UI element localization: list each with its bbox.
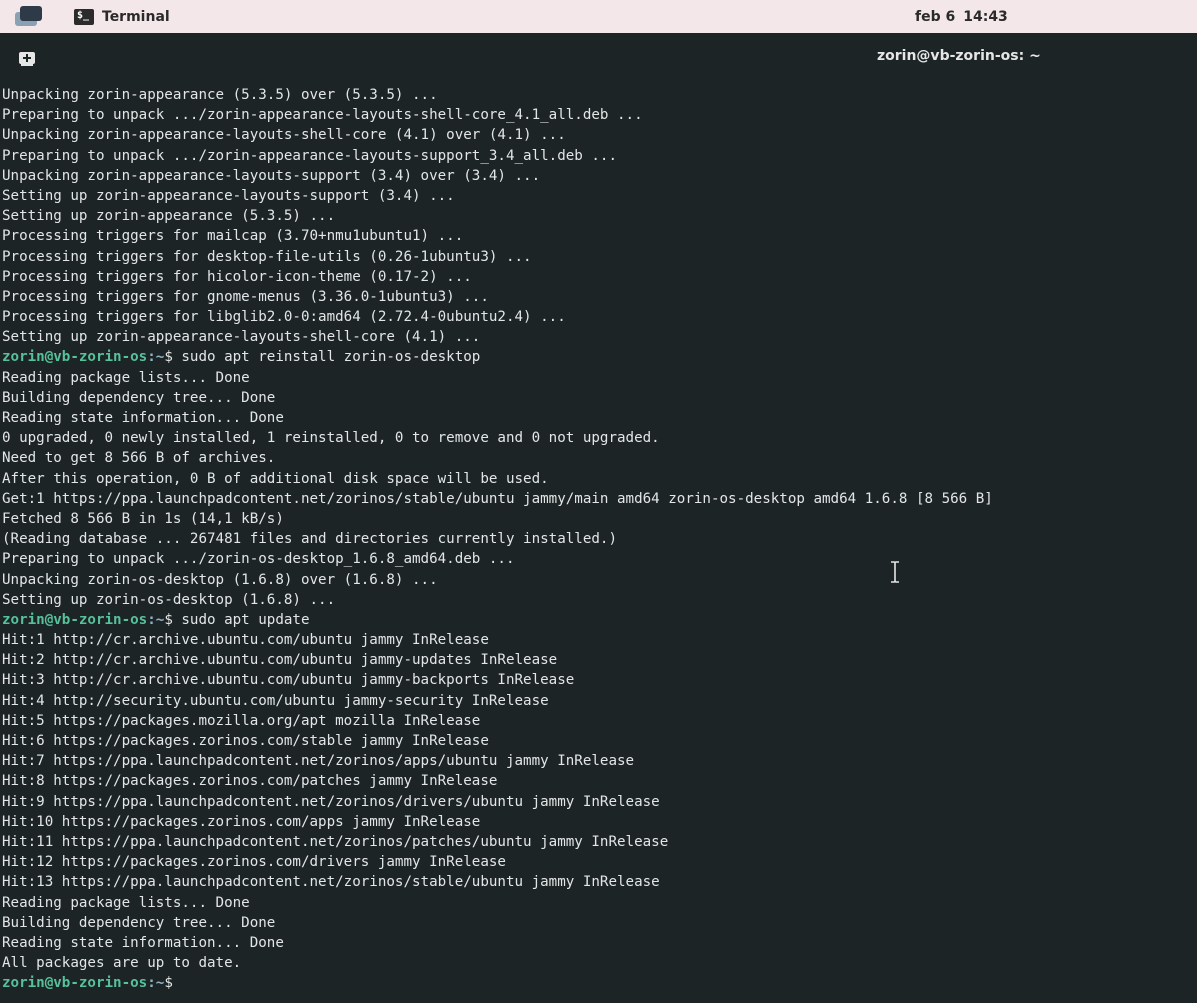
output-line: Preparing to unpack .../zorin-appearance… [2, 107, 643, 124]
output-line: Reading package lists... Done [2, 369, 250, 386]
output-line: Get:1 https://ppa.launchpadcontent.net/z… [2, 490, 993, 507]
app-menu[interactable]: Terminal [74, 0, 170, 33]
output-line: Building dependency tree... Done [2, 914, 276, 931]
output-line: Hit:13 https://ppa.launchpadcontent.net/… [2, 874, 660, 891]
prompt-user-host: zorin@vb-zorin-os [2, 611, 148, 628]
output-line: Processing triggers for gnome-menus (3.3… [2, 288, 489, 305]
output-line: Unpacking zorin-appearance (5.3.5) over … [2, 87, 438, 103]
output-line: Setting up zorin-appearance-layouts-supp… [2, 187, 455, 204]
output-line: Hit:12 https://packages.zorinos.com/driv… [2, 854, 506, 871]
window-title: zorin@vb-zorin-os: ~ [877, 48, 1041, 64]
output-line: Setting up zorin-appearance-layouts-shel… [2, 329, 481, 346]
prompt-line: zorin@vb-zorin-os:~$ sudo apt update [0, 610, 1197, 630]
output-line: Hit:1 http://cr.archive.ubuntu.com/ubunt… [2, 632, 489, 649]
command-text: $ sudo apt update [164, 611, 310, 628]
output-line: Hit:4 http://security.ubuntu.com/ubuntu … [2, 692, 549, 709]
output-line: Hit:11 https://ppa.launchpadcontent.net/… [2, 833, 669, 850]
output-line: Processing triggers for mailcap (3.70+nm… [2, 228, 464, 245]
terminal-output[interactable]: Unpacking zorin-appearance (5.3.5) over … [0, 85, 1197, 1003]
output-line: Unpacking zorin-appearance-layouts-suppo… [2, 167, 541, 184]
output-line: Processing triggers for libglib2.0-0:amd… [2, 309, 566, 326]
output-line: Hit:3 http://cr.archive.ubuntu.com/ubunt… [2, 672, 575, 689]
output-line: All packages are up to date. [2, 955, 242, 972]
output-line: Building dependency tree... Done [2, 389, 276, 406]
output-line: Unpacking zorin-os-desktop (1.6.8) over … [2, 571, 438, 588]
output-line: Reading package lists... Done [2, 894, 250, 911]
prompt-path: :~ [147, 975, 165, 992]
prompt-line: zorin@vb-zorin-os:~$ [0, 973, 1197, 993]
prompt-user-host: zorin@vb-zorin-os [2, 349, 148, 366]
terminal-icon [74, 8, 94, 25]
output-line: Unpacking zorin-appearance-layouts-shell… [2, 127, 566, 144]
clock-time: 14:43 [963, 8, 1008, 25]
output-line: 0 upgraded, 0 newly installed, 1 reinsta… [2, 430, 660, 447]
output-line: Setting up zorin-os-desktop (1.6.8) ... [2, 591, 336, 608]
output-line: Hit:10 https://packages.zorinos.com/apps… [2, 813, 481, 830]
output-line: (Reading database ... 267481 files and d… [2, 531, 617, 548]
output-line: Need to get 8 566 B of archives. [2, 450, 276, 467]
output-line: Hit:8 https://packages.zorinos.com/patch… [2, 773, 498, 790]
new-tab-icon[interactable] [17, 50, 37, 68]
system-top-bar: Terminal feb 6 14:43 [0, 0, 1197, 33]
workspaces-icon[interactable] [14, 4, 44, 28]
output-line: Hit:9 https://ppa.launchpadcontent.net/z… [2, 793, 660, 810]
output-line: Preparing to unpack .../zorin-os-desktop… [2, 551, 515, 568]
output-line: Reading state information... Done [2, 934, 284, 951]
prompt-path: :~ [147, 349, 165, 366]
clock[interactable]: feb 6 14:43 [915, 0, 1008, 33]
app-menu-label: Terminal [102, 8, 170, 25]
output-line: Processing triggers for desktop-file-uti… [2, 248, 532, 265]
text-cursor-icon [889, 561, 901, 583]
prompt-path: :~ [147, 611, 165, 628]
output-line: Hit:2 http://cr.archive.ubuntu.com/ubunt… [2, 652, 558, 669]
output-line: Preparing to unpack .../zorin-appearance… [2, 147, 617, 164]
output-line: Hit:7 https://ppa.launchpadcontent.net/z… [2, 753, 635, 770]
command-text: $ [164, 975, 182, 992]
output-line: Processing triggers for hicolor-icon-the… [2, 268, 472, 285]
command-text: $ sudo apt reinstall zorin-os-desktop [164, 349, 481, 366]
window-header-bar: zorin@vb-zorin-os: ~ [0, 33, 1197, 83]
clock-date: feb 6 [915, 8, 956, 25]
output-line: After this operation, 0 B of additional … [2, 470, 549, 487]
output-line: Setting up zorin-appearance (5.3.5) ... [2, 208, 336, 225]
output-line: Hit:5 https://packages.mozilla.org/apt m… [2, 712, 481, 729]
output-line: Fetched 8 566 B in 1s (14,1 kB/s) [2, 510, 284, 527]
output-line: Hit:6 https://packages.zorinos.com/stabl… [2, 733, 489, 749]
prompt-user-host: zorin@vb-zorin-os [2, 975, 148, 992]
prompt-line: zorin@vb-zorin-os:~$ sudo apt reinstall … [0, 347, 1197, 367]
output-line: Reading state information... Done [2, 410, 284, 426]
